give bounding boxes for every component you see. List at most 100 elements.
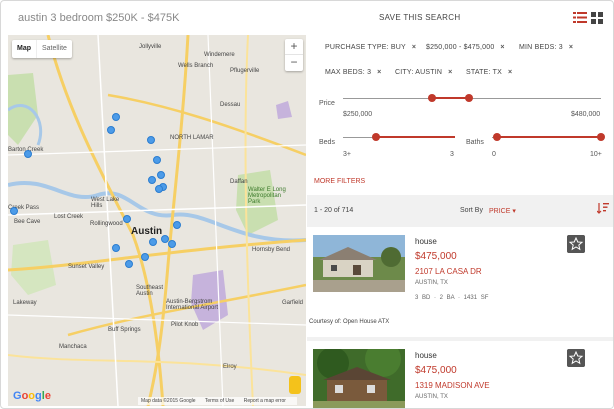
remove-filter-icon[interactable]: × bbox=[500, 44, 504, 51]
baths-min-handle[interactable] bbox=[493, 133, 501, 141]
filter-chip-city: CITY: AUSTIN × bbox=[395, 69, 453, 76]
price-label: Price bbox=[319, 100, 335, 107]
remove-filter-icon[interactable]: × bbox=[569, 44, 573, 51]
baths-max-handle[interactable] bbox=[597, 133, 605, 141]
remove-filter-icon[interactable]: × bbox=[508, 69, 512, 76]
map-pin[interactable] bbox=[157, 171, 165, 179]
filter-chip-min-beds: MIN BEDS: 3 × bbox=[519, 44, 574, 51]
save-search-button[interactable]: SAVE THIS SEARCH bbox=[379, 13, 460, 22]
baths-max-value: 10+ bbox=[590, 151, 602, 158]
favorite-star-icon[interactable] bbox=[567, 349, 585, 367]
remove-filter-icon[interactable]: × bbox=[377, 69, 381, 76]
map-label: Dessau bbox=[220, 102, 241, 108]
listing-specs: 3 BD · 2 BA · 1431 SF bbox=[415, 295, 489, 301]
map-label: Austin bbox=[131, 226, 163, 237]
map-pin[interactable] bbox=[125, 260, 133, 268]
filter-chip-price: $250,000 - $475,000 × bbox=[426, 44, 505, 51]
map-roads bbox=[8, 35, 306, 406]
listing-price: $475,000 bbox=[415, 365, 457, 376]
beds-min-handle[interactable] bbox=[372, 133, 380, 141]
beds-max-value: 3 bbox=[450, 151, 454, 158]
filters-results-panel: PURCHASE TYPE: BUY × $250,000 - $475,000 ×… bbox=[307, 35, 613, 409]
beds-label: Beds bbox=[319, 139, 335, 146]
map-label: Walter E Long Metropolitan Park bbox=[248, 187, 286, 205]
map-label: Daffan bbox=[230, 179, 248, 185]
property-type: house bbox=[415, 237, 437, 246]
map-pin[interactable] bbox=[141, 253, 149, 261]
property-type: house bbox=[415, 351, 437, 360]
filter-chip-purchase-type: PURCHASE TYPE: BUY × bbox=[325, 44, 417, 51]
list-view-icon[interactable] bbox=[573, 12, 587, 23]
google-logo: Google bbox=[13, 390, 51, 402]
map-pin[interactable] bbox=[147, 136, 155, 144]
header-bar: austin 3 bedroom $250K - $475K SAVE THIS… bbox=[1, 1, 613, 35]
map-pin[interactable] bbox=[112, 244, 120, 252]
listing-photo[interactable] bbox=[313, 235, 405, 292]
map-label: Wells Branch bbox=[178, 63, 214, 69]
baths-min-value: 0 bbox=[492, 151, 496, 158]
beds-min-value: 3+ bbox=[343, 151, 351, 158]
listing-city: AUSTIN, TX bbox=[415, 280, 448, 286]
map-label: Lost Creek bbox=[54, 214, 84, 220]
zoom-out-button[interactable]: − bbox=[285, 55, 303, 71]
sort-direction-icon[interactable] bbox=[597, 202, 609, 214]
price-max-value: $480,000 bbox=[571, 111, 601, 118]
map-label: Hornsby Bend bbox=[252, 247, 291, 253]
map-label: West Lake Hills bbox=[91, 197, 120, 209]
map-data-credit: Map data ©2015 Google bbox=[141, 398, 196, 404]
listing-address-link[interactable]: 2107 LA CASA DR bbox=[415, 267, 482, 276]
map-pin[interactable] bbox=[153, 156, 161, 164]
map-label: Lakeway bbox=[13, 300, 37, 306]
map-label: Windemere bbox=[204, 52, 235, 58]
remove-filter-icon[interactable]: × bbox=[448, 69, 452, 76]
app-window: austin 3 bedroom $250K - $475K SAVE THIS… bbox=[0, 0, 614, 409]
listing-photo[interactable] bbox=[313, 349, 405, 409]
filter-chip-state: STATE: TX × bbox=[466, 69, 513, 76]
zoom-control: + − bbox=[285, 39, 303, 71]
map-type-map-button[interactable]: Map bbox=[12, 40, 36, 58]
listing-card[interactable]: house $475,000 1319 MADISON AVE AUSTIN, … bbox=[307, 341, 613, 409]
grid-view-icon[interactable] bbox=[591, 12, 603, 24]
map-label: Elroy bbox=[223, 364, 237, 370]
sort-by-label: Sort By bbox=[460, 207, 483, 214]
remove-filter-icon[interactable]: × bbox=[412, 44, 416, 51]
map-pin[interactable] bbox=[168, 240, 176, 248]
beds-slider-range bbox=[376, 136, 455, 138]
map-pin[interactable] bbox=[173, 221, 181, 229]
map-type-control: Map Satellite bbox=[12, 40, 72, 58]
report-map-error-link[interactable]: Report a map error bbox=[244, 398, 286, 404]
price-max-handle[interactable] bbox=[465, 94, 473, 102]
map-label: Austin-Bergstrom International Airport bbox=[166, 299, 219, 311]
terms-of-use-link[interactable]: Terms of Use bbox=[205, 398, 234, 404]
listing-courtesy: Courtesy of: Open House ATX bbox=[309, 319, 390, 325]
map-pin[interactable] bbox=[148, 176, 156, 184]
map-pin[interactable] bbox=[112, 113, 120, 121]
price-min-value: $250,000 bbox=[343, 111, 373, 118]
baths-label: Baths bbox=[466, 139, 484, 146]
map-pin[interactable] bbox=[123, 215, 131, 223]
map-type-satellite-button[interactable]: Satellite bbox=[36, 40, 72, 58]
map-label: Sunset Valley bbox=[68, 264, 105, 270]
caret-down-icon: ▾ bbox=[512, 208, 516, 215]
map-pin[interactable] bbox=[155, 185, 163, 193]
price-min-handle[interactable] bbox=[428, 94, 436, 102]
more-filters-link[interactable]: MORE FILTERS bbox=[314, 178, 365, 185]
map-pin[interactable] bbox=[24, 150, 32, 158]
map-label: Garfield bbox=[282, 300, 304, 306]
filter-chip-max-beds: MAX BEDS: 3 × bbox=[325, 69, 382, 76]
map-attribution: Map data ©2015 Google Terms of Use Repor… bbox=[138, 397, 297, 405]
listing-address-link[interactable]: 1319 MADISON AVE bbox=[415, 381, 490, 390]
baths-slider-range bbox=[497, 136, 601, 138]
favorite-star-icon[interactable] bbox=[567, 235, 585, 253]
sort-dropdown[interactable]: PRICE ▾ bbox=[489, 207, 516, 215]
map-pin[interactable] bbox=[149, 238, 157, 246]
listing-city: AUSTIN, TX bbox=[415, 394, 448, 400]
listing-card[interactable]: house $475,000 2107 LA CASA DR AUSTIN, T… bbox=[307, 227, 613, 337]
map-pin[interactable] bbox=[107, 126, 115, 134]
search-title[interactable]: austin 3 bedroom $250K - $475K bbox=[18, 12, 179, 24]
zoom-in-button[interactable]: + bbox=[285, 39, 303, 55]
street-view-pegman-icon[interactable] bbox=[289, 376, 301, 394]
map[interactable]: Map Satellite + − Jollyville Windemere W… bbox=[8, 35, 306, 406]
map-pin[interactable] bbox=[10, 207, 18, 215]
map-label: Rollingwood bbox=[90, 221, 123, 227]
